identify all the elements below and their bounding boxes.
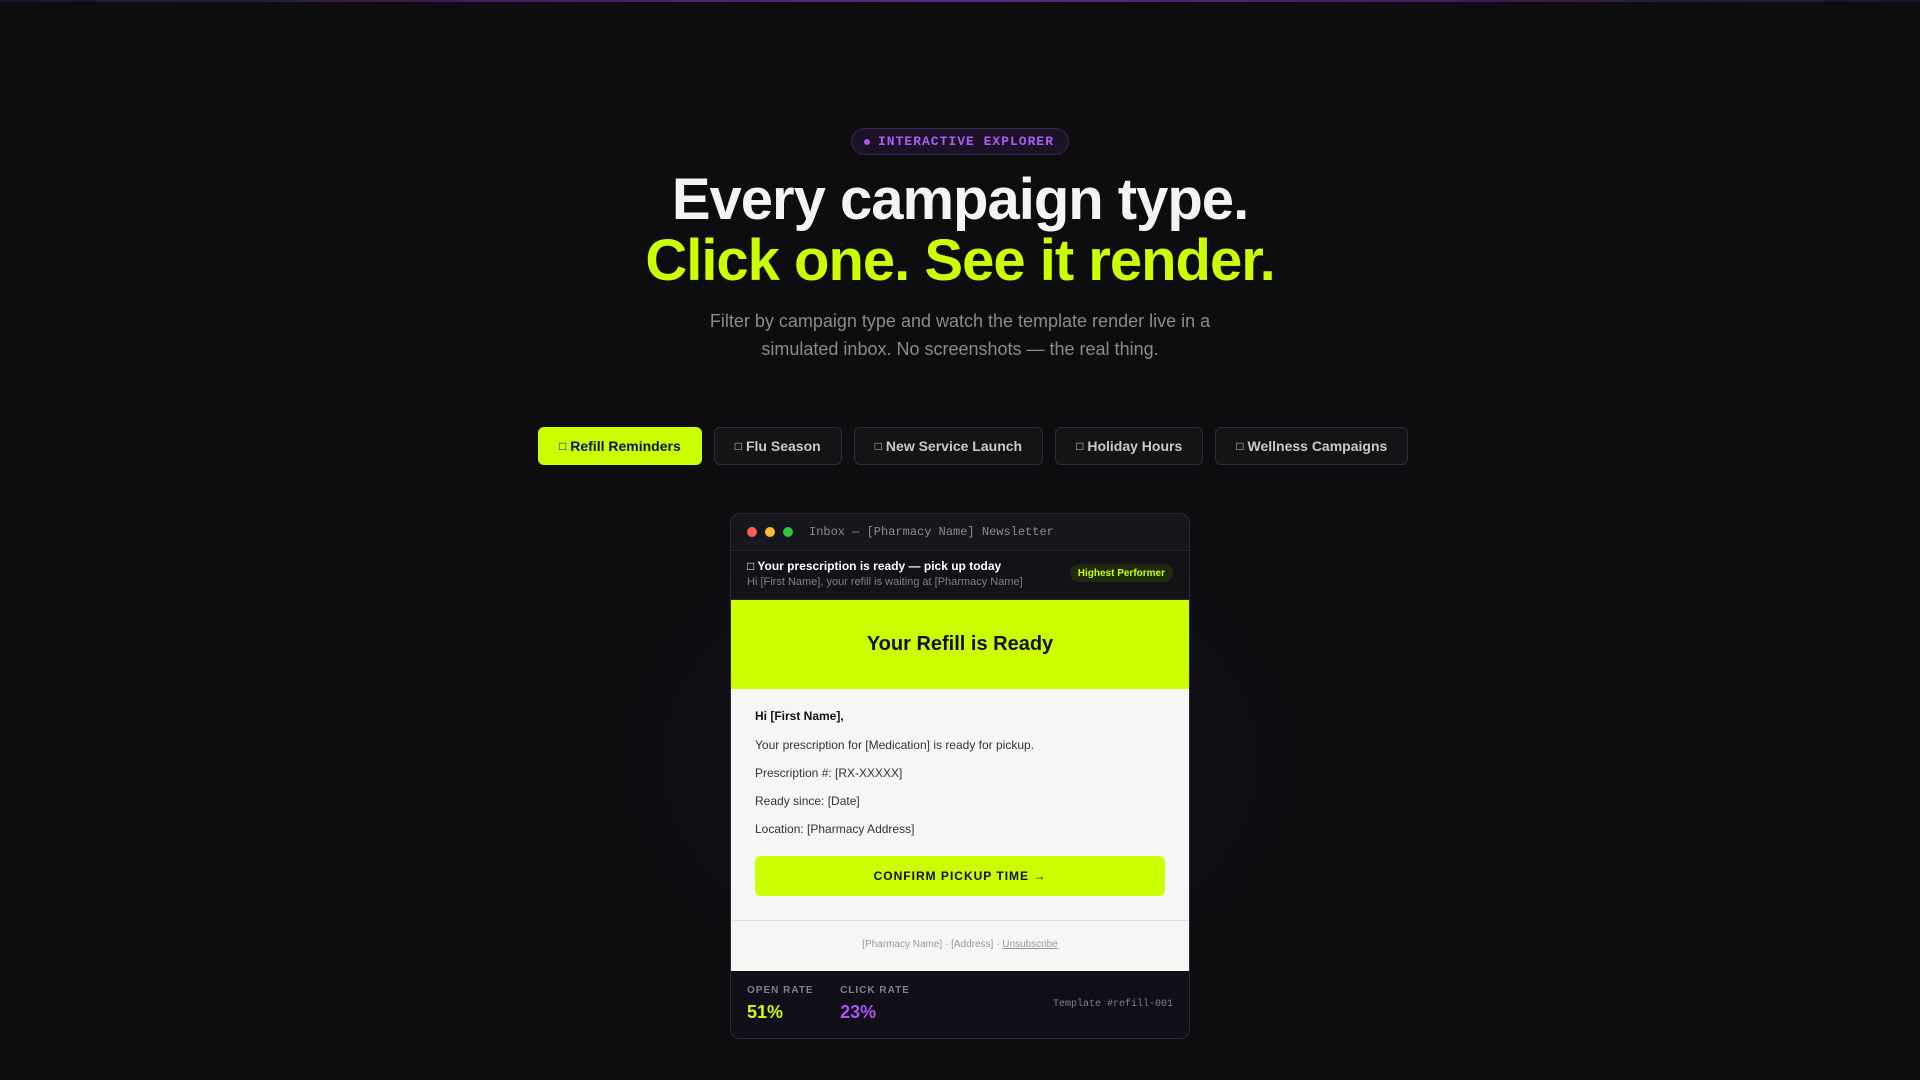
page-title: Every campaign type. Click one. See it r…	[0, 169, 1920, 291]
maximize-dot-icon[interactable]	[783, 527, 793, 537]
email-line-prescription: Prescription #: [RX-XXXXX]	[755, 766, 903, 780]
explorer-badge: INTERACTIVE EXPLORER	[850, 128, 1070, 155]
email-line-ready-since: Ready since: [Date]	[755, 794, 860, 808]
headline-line-2: Click one. See it render.	[645, 228, 1275, 293]
new-service-icon: □	[874, 439, 882, 453]
minimize-dot-icon[interactable]	[765, 527, 775, 537]
tab-label: Holiday Hours	[1087, 438, 1183, 454]
email-header-banner: Your Refill is Ready	[731, 600, 1189, 689]
message-header[interactable]: □ Your prescription is ready — pick up t…	[731, 551, 1189, 600]
window-chrome: Inbox — [Pharmacy Name] Newsletter	[731, 514, 1189, 551]
template-id: Template #refill-001	[1052, 999, 1173, 1010]
open-rate-stat: OPEN RATE 51%	[747, 985, 814, 1023]
email-greeting: Hi [First Name],	[755, 709, 844, 723]
badge-dot-icon	[863, 138, 870, 145]
tab-label: Flu Season	[745, 438, 821, 454]
email-line-location: Location: [Pharmacy Address]	[755, 822, 915, 836]
email-footer: [Pharmacy Name] · [Address] · Unsubscrib…	[731, 920, 1189, 950]
click-rate-label: CLICK RATE	[840, 985, 910, 996]
simulated-inbox: Inbox — [Pharmacy Name] Newsletter □ You…	[730, 513, 1190, 1039]
tab-new-service-launch[interactable]: □ New Service Launch	[853, 427, 1044, 465]
close-dot-icon[interactable]	[747, 527, 757, 537]
top-accent-line	[0, 0, 1920, 2]
confirm-pickup-button[interactable]: CONFIRM PICKUP TIME →	[755, 856, 1165, 896]
campaign-stats: OPEN RATE 51% CLICK RATE 23% Template #r…	[731, 971, 1189, 1038]
hero-section: INTERACTIVE EXPLORER Every campaign type…	[0, 128, 1920, 363]
subject-icon: □	[747, 559, 755, 573]
tab-label: Wellness Campaigns	[1247, 438, 1388, 454]
tab-label: New Service Launch	[885, 438, 1023, 454]
unsubscribe-link[interactable]: Unsubscribe	[1002, 939, 1058, 950]
wellness-icon: □	[1236, 439, 1244, 453]
tab-holiday-hours[interactable]: □ Holiday Hours	[1055, 427, 1204, 465]
badge-label: INTERACTIVE EXPLORER	[877, 134, 1055, 149]
hero-subtitle: Filter by campaign type and watch the te…	[709, 311, 1211, 359]
flu-icon: □	[734, 439, 742, 453]
open-rate-value: 51%	[747, 1002, 784, 1022]
campaign-type-tabs: □ Refill Reminders □ Flu Season □ New Se…	[538, 427, 1409, 465]
click-rate-value: 23%	[840, 1002, 877, 1022]
tab-refill-reminders[interactable]: □ Refill Reminders	[538, 427, 702, 465]
refill-icon: □	[559, 439, 567, 453]
click-rate-stat: CLICK RATE 23%	[840, 985, 910, 1023]
email-line-medication: Your prescription for [Medication] is re…	[755, 738, 1035, 752]
tab-flu-season[interactable]: □ Flu Season	[713, 427, 842, 465]
subject-text: Your prescription is ready — pick up tod…	[757, 559, 1002, 573]
inbox-window-title: Inbox — [Pharmacy Name] Newsletter	[809, 525, 1054, 539]
window-controls	[747, 527, 793, 537]
tab-wellness-campaigns[interactable]: □ Wellness Campaigns	[1215, 427, 1409, 465]
holiday-icon: □	[1076, 439, 1084, 453]
open-rate-label: OPEN RATE	[747, 985, 814, 996]
headline-line-1: Every campaign type.	[671, 167, 1249, 232]
tab-label: Refill Reminders	[570, 438, 681, 454]
highest-performer-badge: Highest Performer	[1069, 564, 1173, 582]
email-body: Hi [First Name], Your prescription for […	[731, 689, 1189, 896]
footer-address: [Pharmacy Name] · [Address] ·	[862, 939, 1003, 950]
email-template: Your Refill is Ready Hi [First Name], Yo…	[731, 600, 1189, 971]
